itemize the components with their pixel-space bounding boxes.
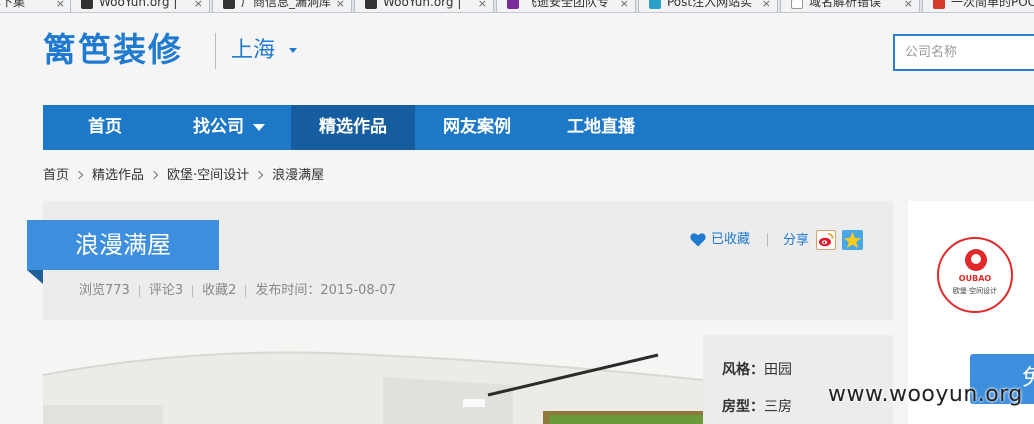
heart-icon — [690, 232, 706, 246]
layout-row: 房型：三房 — [722, 399, 792, 415]
publish-date: 发布时间：2015-08-07 — [255, 283, 396, 298]
divider — [245, 284, 247, 297]
breadcrumb: 首页 精选作品 欧堡·空间设计 浪漫满屋 — [43, 168, 324, 185]
chevron-right-icon — [254, 170, 264, 180]
nav-item-site-live[interactable]: 工地直播 — [539, 105, 663, 150]
close-icon[interactable]: × — [56, 0, 65, 10]
close-icon[interactable]: × — [904, 0, 913, 10]
share-label: 分享 — [783, 233, 810, 248]
nav-item-featured-works[interactable]: 精选作品 — [291, 105, 415, 150]
tab-favicon — [223, 0, 235, 9]
watermark: www.wooyun.org — [828, 382, 1023, 407]
browser-tab[interactable]: 飞逝安全团队专 × — [496, 0, 636, 12]
style-row: 风格：田园 — [722, 362, 792, 378]
logo-mark — [965, 249, 987, 271]
logo-text: OUBAO — [958, 274, 992, 283]
logo-divider — [215, 33, 216, 69]
chevron-right-icon — [74, 170, 84, 180]
weibo-glyph — [819, 233, 834, 247]
nav-item-user-cases[interactable]: 网友案例 — [415, 105, 539, 150]
close-icon[interactable]: × — [194, 0, 203, 10]
breadcrumb-link[interactable]: 精选作品 — [92, 168, 144, 183]
breadcrumb-current: 浪漫满屋 — [272, 168, 325, 183]
favorited-button[interactable]: 已收藏 — [690, 231, 750, 249]
tab-favicon — [791, 0, 803, 9]
tab-favicon — [81, 0, 93, 9]
breadcrumb-link[interactable]: 欧堡·空间设计 — [167, 168, 249, 183]
close-icon[interactable]: × — [620, 0, 629, 10]
main-nav: 首页 找公司 精选作品 网友案例 工地直播 — [43, 105, 1034, 150]
browser-tab[interactable]: WooYun.org | × — [354, 0, 494, 12]
view-count: 浏览773 — [79, 283, 130, 298]
close-icon[interactable]: × — [762, 0, 771, 10]
chevron-down-icon — [253, 123, 265, 131]
tab-favicon — [507, 0, 519, 9]
browser-tab[interactable]: 一次简单的POC — [922, 0, 1034, 12]
room-photo-image — [43, 335, 703, 424]
company-search-input[interactable]: 公司名称 — [893, 34, 1034, 71]
divider — [192, 284, 194, 297]
work-stats: 浏览773 评论3 收藏2 发布时间：2015-08-07 — [79, 283, 396, 299]
nav-item-find-company[interactable]: 找公司 — [167, 105, 291, 150]
site-logo[interactable]: 篱笆装修 — [43, 31, 183, 69]
divider — [767, 233, 768, 247]
browser-tab[interactable]: 享下集× — [0, 0, 72, 12]
qzone-icon[interactable] — [842, 230, 863, 250]
browser-tab[interactable]: 厂商信息_漏洞库 × — [212, 0, 352, 12]
browser-tab[interactable]: WooYun.org | × — [70, 0, 210, 12]
company-logo[interactable]: OUBAO 欧堡·空间设计 — [937, 237, 1013, 313]
browser-tab[interactable]: 域名解析错误 × — [780, 0, 920, 12]
ribbon-fold — [27, 270, 43, 284]
nav-item-home[interactable]: 首页 — [43, 105, 167, 150]
close-icon[interactable]: × — [478, 0, 487, 10]
work-photo[interactable] — [43, 335, 703, 424]
tab-favicon — [649, 0, 661, 9]
weibo-icon[interactable] — [816, 230, 836, 250]
chevron-down-icon[interactable] — [289, 48, 297, 53]
comment-count[interactable]: 评论3 — [149, 283, 183, 298]
work-title: 浪漫满屋 — [27, 220, 219, 270]
logo-subtitle: 欧堡·空间设计 — [952, 287, 998, 295]
tab-favicon — [365, 0, 377, 9]
browser-tab-strip: 享下集× WooYun.org |× 厂商信息_漏洞库× WooYun.org … — [0, 0, 1034, 13]
breadcrumb-link[interactable]: 首页 — [43, 168, 69, 183]
tab-favicon — [933, 0, 945, 9]
star-icon — [844, 232, 861, 248]
close-icon[interactable]: × — [336, 0, 345, 10]
favorite-count: 收藏2 — [202, 283, 237, 298]
chevron-right-icon — [149, 170, 159, 180]
browser-tab[interactable]: Post注入网站实 × — [638, 0, 778, 12]
city-selector[interactable]: 上海 — [231, 37, 275, 65]
divider — [138, 284, 140, 297]
